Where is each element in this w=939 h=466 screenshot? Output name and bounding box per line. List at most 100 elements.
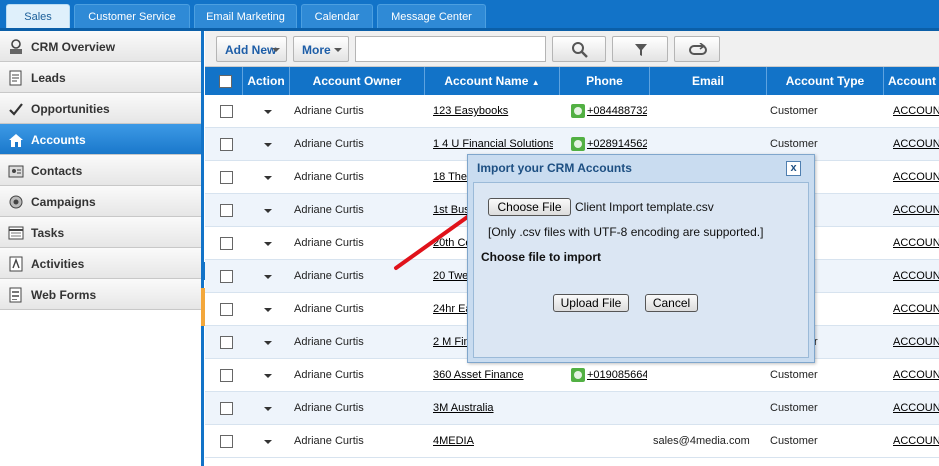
table-row[interactable]: Adriane Curtis 360 Asset Finance +01908566… [205, 359, 939, 392]
sidebar-item-activities[interactable]: Activities [0, 248, 201, 279]
choose-file-button[interactable]: Choose File [488, 198, 571, 216]
sidebar-item-accounts[interactable]: Accounts [0, 124, 201, 155]
row-action-menu[interactable] [264, 176, 272, 180]
row-checkbox[interactable] [220, 204, 233, 217]
phone-icon[interactable] [571, 137, 585, 151]
email-cell[interactable] [653, 95, 765, 128]
account-manager-link[interactable]: ACCOUNT [893, 293, 939, 326]
select-all-checkbox[interactable] [219, 75, 232, 88]
row-checkbox[interactable] [220, 171, 233, 184]
account-name-link[interactable]: 4MEDIA [433, 425, 553, 458]
refresh-button[interactable] [674, 36, 720, 62]
chevron-down-icon [272, 48, 280, 52]
email-cell[interactable] [653, 359, 765, 392]
more-label: More [302, 43, 331, 57]
account-manager-link[interactable]: ACCOUNT [893, 425, 939, 458]
row-checkbox[interactable] [220, 237, 233, 250]
filter-button[interactable] [612, 36, 668, 62]
table-row[interactable]: Adriane Curtis 3M Australia Customer ACCOUN… [205, 392, 939, 425]
account-manager-link[interactable]: ACCOUNT [893, 194, 939, 227]
account-name-link[interactable]: 360 Asset Finance [433, 359, 553, 392]
row-action-menu[interactable] [264, 110, 272, 114]
sidebar-item-contacts[interactable]: Contacts [0, 155, 201, 186]
phone-icon[interactable] [571, 368, 585, 382]
row-checkbox[interactable] [220, 435, 233, 448]
row-action-menu[interactable] [264, 374, 272, 378]
sidebar-item-campaigns[interactable]: Campaigns [0, 186, 201, 217]
cancel-button[interactable]: Cancel [645, 294, 698, 312]
select-all-cell [205, 67, 243, 95]
tab-calendar[interactable]: Calendar [301, 4, 373, 28]
phone-link[interactable]: +084488732 [587, 95, 647, 128]
account-manager-link[interactable]: ACCOUNT [893, 95, 939, 128]
table-row[interactable]: Adriane Curtis 123 Easybooks +084488732 Cus… [205, 95, 939, 128]
column-header-account-type[interactable]: Account Type [767, 67, 884, 95]
email-cell[interactable] [653, 392, 765, 425]
sidebar-item-tasks[interactable]: Tasks [0, 217, 201, 248]
accounts-icon [9, 134, 23, 147]
row-action-menu[interactable] [264, 308, 272, 312]
sidebar-item-crm-overview[interactable]: CRM Overview [0, 31, 201, 62]
account-manager-link[interactable]: ACCOUNT [893, 260, 939, 293]
email-cell[interactable]: sales@4media.com [653, 425, 765, 458]
row-checkbox[interactable] [220, 105, 233, 118]
column-header-account-name[interactable]: Account Name ▲ [425, 67, 560, 95]
column-header-account-manager[interactable]: Account M [884, 67, 939, 95]
row-action-menu[interactable] [264, 143, 272, 147]
sidebar-item-leads[interactable]: Leads [0, 62, 201, 93]
tab-customer-service[interactable]: Customer Service [74, 4, 190, 28]
sidebar-item-label: Activities [31, 257, 85, 271]
top-tab-bar: Sales Customer Service Email Marketing C… [0, 0, 939, 31]
column-header-account-owner[interactable]: Account Owner [290, 67, 425, 95]
row-checkbox[interactable] [220, 336, 233, 349]
row-action-menu[interactable] [264, 407, 272, 411]
table-row[interactable]: Adriane Curtis 4MEDIA sales@4media.com Cust… [205, 425, 939, 458]
more-button[interactable]: More [293, 36, 349, 62]
sidebar-item-opportunities[interactable]: Opportunities [0, 93, 201, 124]
close-icon[interactable]: x [786, 161, 801, 176]
sidebar-item-label: CRM Overview [31, 40, 116, 54]
account-owner-cell: Adriane Curtis [294, 171, 364, 183]
selected-file-name: Client Import template.csv [575, 200, 714, 214]
campaigns-icon [9, 195, 23, 209]
search-button[interactable] [552, 36, 606, 62]
row-checkbox[interactable] [220, 270, 233, 283]
account-type-cell: Customer [770, 402, 818, 414]
column-header-action: Action [243, 67, 290, 95]
row-action-menu[interactable] [264, 275, 272, 279]
row-checkbox[interactable] [220, 138, 233, 151]
account-manager-link[interactable]: ACCOUNT [893, 161, 939, 194]
column-header-email[interactable]: Email [650, 67, 767, 95]
activities-icon [9, 256, 23, 272]
phone-icon[interactable] [571, 104, 585, 118]
sidebar: CRM Overview Leads Opportunities Account… [0, 31, 204, 466]
sidebar-item-web-forms[interactable]: Web Forms [0, 279, 201, 310]
phone-link[interactable]: +019085664 [587, 359, 647, 392]
row-action-menu[interactable] [264, 341, 272, 345]
row-checkbox[interactable] [220, 402, 233, 415]
account-manager-link[interactable]: ACCOUNT [893, 326, 939, 359]
account-manager-link[interactable]: ACCOUNT [893, 227, 939, 260]
row-checkbox[interactable] [220, 369, 233, 382]
account-name-link[interactable]: 123 Easybooks [433, 95, 553, 128]
web-forms-icon [9, 287, 22, 303]
sidebar-item-label: Contacts [31, 164, 83, 178]
row-action-menu[interactable] [264, 440, 272, 444]
tab-message-center[interactable]: Message Center [377, 4, 486, 28]
row-action-menu[interactable] [264, 209, 272, 213]
tab-email-marketing[interactable]: Email Marketing [194, 4, 297, 28]
row-action-menu[interactable] [264, 242, 272, 246]
account-manager-link[interactable]: ACCOUNT [893, 128, 939, 161]
tab-sales[interactable]: Sales [6, 4, 70, 28]
account-manager-link[interactable]: ACCOUNT [893, 392, 939, 425]
upload-file-button[interactable]: Upload File [553, 294, 629, 312]
search-input[interactable] [355, 36, 546, 62]
account-name-link[interactable]: 3M Australia [433, 392, 553, 425]
sidebar-item-label: Accounts [31, 133, 86, 147]
row-checkbox[interactable] [220, 303, 233, 316]
account-manager-link[interactable]: ACCOUNT [893, 359, 939, 392]
account-owner-cell: Adriane Curtis [294, 303, 364, 315]
column-header-phone[interactable]: Phone [560, 67, 650, 95]
account-type-cell: Customer [770, 435, 818, 447]
add-new-button[interactable]: Add New [216, 36, 287, 62]
